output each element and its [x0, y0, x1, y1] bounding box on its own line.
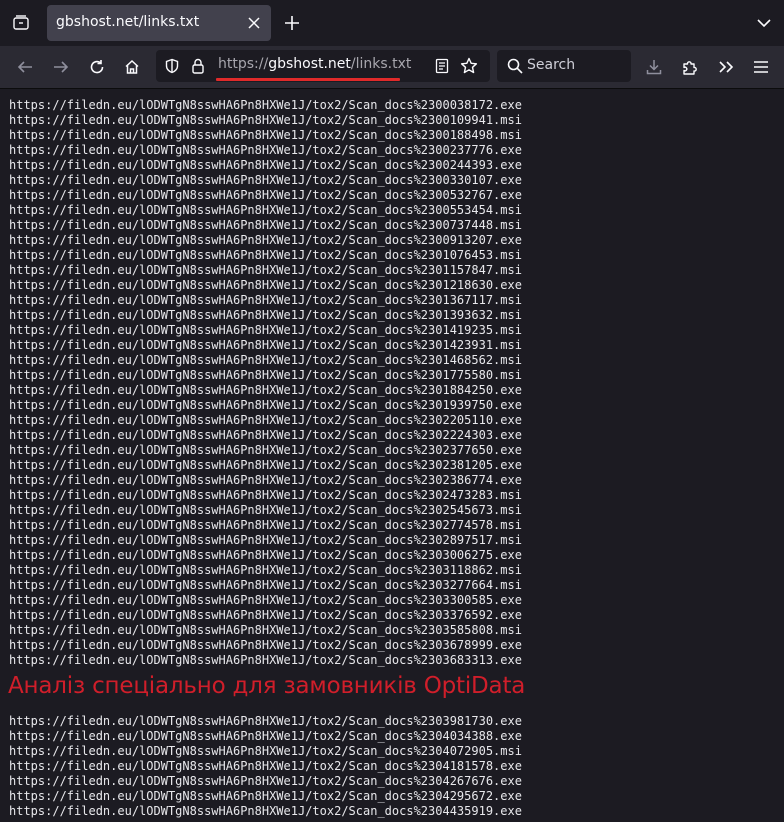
- text-line: https://filedn.eu/lODWTgN8sswHA6Pn8HXWe1…: [9, 638, 522, 652]
- text-line: https://filedn.eu/lODWTgN8sswHA6Pn8HXWe1…: [9, 263, 522, 277]
- reload-icon: [89, 59, 105, 75]
- search-icon: [507, 58, 523, 74]
- tab-list-button[interactable]: [8, 10, 34, 36]
- text-line: https://filedn.eu/lODWTgN8sswHA6Pn8HXWe1…: [9, 443, 522, 457]
- text-line: https://filedn.eu/lODWTgN8sswHA6Pn8HXWe1…: [9, 383, 522, 397]
- text-line: https://filedn.eu/lODWTgN8sswHA6Pn8HXWe1…: [9, 593, 522, 607]
- site-info-button[interactable]: [188, 56, 208, 76]
- text-line: https://filedn.eu/lODWTgN8sswHA6Pn8HXWe1…: [9, 353, 522, 367]
- downloads-button[interactable]: [640, 53, 668, 81]
- bookmark-button[interactable]: [459, 56, 479, 76]
- text-line: https://filedn.eu/lODWTgN8sswHA6Pn8HXWe1…: [9, 308, 522, 322]
- text-line: https://filedn.eu/lODWTgN8sswHA6Pn8HXWe1…: [9, 473, 522, 487]
- chevron-down-icon: [757, 18, 771, 28]
- search-placeholder: Search: [527, 57, 576, 73]
- hamburger-menu-icon: [753, 60, 769, 74]
- url-host: gbshost.net: [268, 56, 351, 72]
- text-line: https://filedn.eu/lODWTgN8sswHA6Pn8HXWe1…: [9, 173, 522, 187]
- tab-close-button[interactable]: [245, 14, 263, 32]
- text-line: https://filedn.eu/lODWTgN8sswHA6Pn8HXWe1…: [9, 128, 522, 142]
- text-line: https://filedn.eu/lODWTgN8sswHA6Pn8HXWe1…: [9, 653, 522, 667]
- text-line: https://filedn.eu/lODWTgN8sswHA6Pn8HXWe1…: [9, 548, 522, 562]
- plus-icon: [285, 16, 299, 30]
- text-line: https://filedn.eu/lODWTgN8sswHA6Pn8HXWe1…: [9, 488, 522, 502]
- text-line: https://filedn.eu/lODWTgN8sswHA6Pn8HXWe1…: [9, 143, 522, 157]
- tab-title: gbshost.net/links.txt: [56, 14, 200, 30]
- url-scheme: https://: [218, 56, 269, 72]
- text-line: https://filedn.eu/lODWTgN8sswHA6Pn8HXWe1…: [9, 623, 522, 637]
- text-line: https://filedn.eu/lODWTgN8sswHA6Pn8HXWe1…: [9, 293, 522, 307]
- text-line: https://filedn.eu/lODWTgN8sswHA6Pn8HXWe1…: [9, 759, 522, 773]
- tracking-protection-button[interactable]: [162, 56, 182, 76]
- url-path: /links.txt: [350, 56, 412, 72]
- text-line: https://filedn.eu/lODWTgN8sswHA6Pn8HXWe1…: [9, 428, 522, 442]
- text-line: https://filedn.eu/lODWTgN8sswHA6Pn8HXWe1…: [9, 323, 522, 337]
- more-tools-button[interactable]: [712, 53, 740, 81]
- text-line: https://filedn.eu/lODWTgN8sswHA6Pn8HXWe1…: [9, 188, 522, 202]
- back-button[interactable]: [11, 53, 39, 81]
- text-line: https://filedn.eu/lODWTgN8sswHA6Pn8HXWe1…: [9, 278, 522, 292]
- text-line: https://filedn.eu/lODWTgN8sswHA6Pn8HXWe1…: [9, 744, 522, 758]
- url-text: https://gbshost.net/links.txt: [218, 56, 411, 72]
- text-line: https://filedn.eu/lODWTgN8sswHA6Pn8HXWe1…: [9, 789, 522, 803]
- app-menu-button[interactable]: [747, 53, 775, 81]
- text-line: https://filedn.eu/lODWTgN8sswHA6Pn8HXWe1…: [9, 578, 522, 592]
- forward-arrow-icon: [53, 59, 69, 75]
- lock-icon: [191, 58, 205, 74]
- text-line: https://filedn.eu/lODWTgN8sswHA6Pn8HXWe1…: [9, 608, 522, 622]
- text-line: https://filedn.eu/lODWTgN8sswHA6Pn8HXWe1…: [9, 368, 522, 382]
- search-box[interactable]: Search: [497, 50, 631, 82]
- list-all-tabs-button[interactable]: [752, 11, 776, 35]
- reader-view-icon: [435, 58, 449, 74]
- text-line: https://filedn.eu/lODWTgN8sswHA6Pn8HXWe1…: [9, 248, 522, 262]
- double-chevron-icon: [718, 60, 734, 74]
- text-line: https://filedn.eu/lODWTgN8sswHA6Pn8HXWe1…: [9, 233, 522, 247]
- tab-active[interactable]: gbshost.net/links.txt: [47, 5, 271, 41]
- url-red-underline: [216, 78, 400, 81]
- text-line: https://filedn.eu/lODWTgN8sswHA6Pn8HXWe1…: [9, 729, 522, 743]
- overlay-caption: Аналіз спеціально для замовників OptiDat…: [8, 673, 526, 699]
- text-line: https://filedn.eu/lODWTgN8sswHA6Pn8HXWe1…: [9, 203, 522, 217]
- links-list-bottom: https://filedn.eu/lODWTgN8sswHA6Pn8HXWe1…: [9, 714, 779, 819]
- text-line: https://filedn.eu/lODWTgN8sswHA6Pn8HXWe1…: [9, 714, 522, 728]
- text-line: https://filedn.eu/lODWTgN8sswHA6Pn8HXWe1…: [9, 804, 522, 818]
- reader-view-button[interactable]: [432, 56, 452, 76]
- forward-button[interactable]: [47, 53, 75, 81]
- search-icon-wrap: [505, 56, 525, 76]
- text-line: https://filedn.eu/lODWTgN8sswHA6Pn8HXWe1…: [9, 503, 522, 517]
- text-line: https://filedn.eu/lODWTgN8sswHA6Pn8HXWe1…: [9, 158, 522, 172]
- text-line: https://filedn.eu/lODWTgN8sswHA6Pn8HXWe1…: [9, 398, 522, 412]
- back-arrow-icon: [17, 59, 33, 75]
- puzzle-icon: [682, 59, 698, 75]
- url-bar[interactable]: https://gbshost.net/links.txt: [156, 50, 490, 82]
- text-line: https://filedn.eu/lODWTgN8sswHA6Pn8HXWe1…: [9, 338, 522, 352]
- tab-strip: gbshost.net/links.txt: [0, 0, 784, 46]
- home-button[interactable]: [118, 53, 146, 81]
- text-line: https://filedn.eu/lODWTgN8sswHA6Pn8HXWe1…: [9, 518, 522, 532]
- download-icon: [646, 59, 662, 75]
- text-line: https://filedn.eu/lODWTgN8sswHA6Pn8HXWe1…: [9, 218, 522, 232]
- star-icon: [460, 57, 478, 75]
- home-icon: [124, 59, 140, 75]
- text-line: https://filedn.eu/lODWTgN8sswHA6Pn8HXWe1…: [9, 774, 522, 788]
- navigation-toolbar: https://gbshost.net/links.txt Search: [0, 46, 784, 89]
- text-line: https://filedn.eu/lODWTgN8sswHA6Pn8HXWe1…: [9, 413, 522, 427]
- extensions-button[interactable]: [676, 53, 704, 81]
- reload-button[interactable]: [83, 53, 111, 81]
- tab-list-icon: [12, 14, 30, 32]
- new-tab-button[interactable]: [280, 11, 304, 35]
- close-icon: [248, 17, 260, 29]
- shield-icon: [164, 58, 180, 74]
- page-content: https://filedn.eu/lODWTgN8sswHA6Pn8HXWe1…: [0, 89, 784, 822]
- text-line: https://filedn.eu/lODWTgN8sswHA6Pn8HXWe1…: [9, 533, 522, 547]
- text-line: https://filedn.eu/lODWTgN8sswHA6Pn8HXWe1…: [9, 98, 522, 112]
- text-line: https://filedn.eu/lODWTgN8sswHA6Pn8HXWe1…: [9, 113, 522, 127]
- text-line: https://filedn.eu/lODWTgN8sswHA6Pn8HXWe1…: [9, 458, 522, 472]
- text-line: https://filedn.eu/lODWTgN8sswHA6Pn8HXWe1…: [9, 563, 522, 577]
- links-list-top: https://filedn.eu/lODWTgN8sswHA6Pn8HXWe1…: [9, 98, 779, 668]
